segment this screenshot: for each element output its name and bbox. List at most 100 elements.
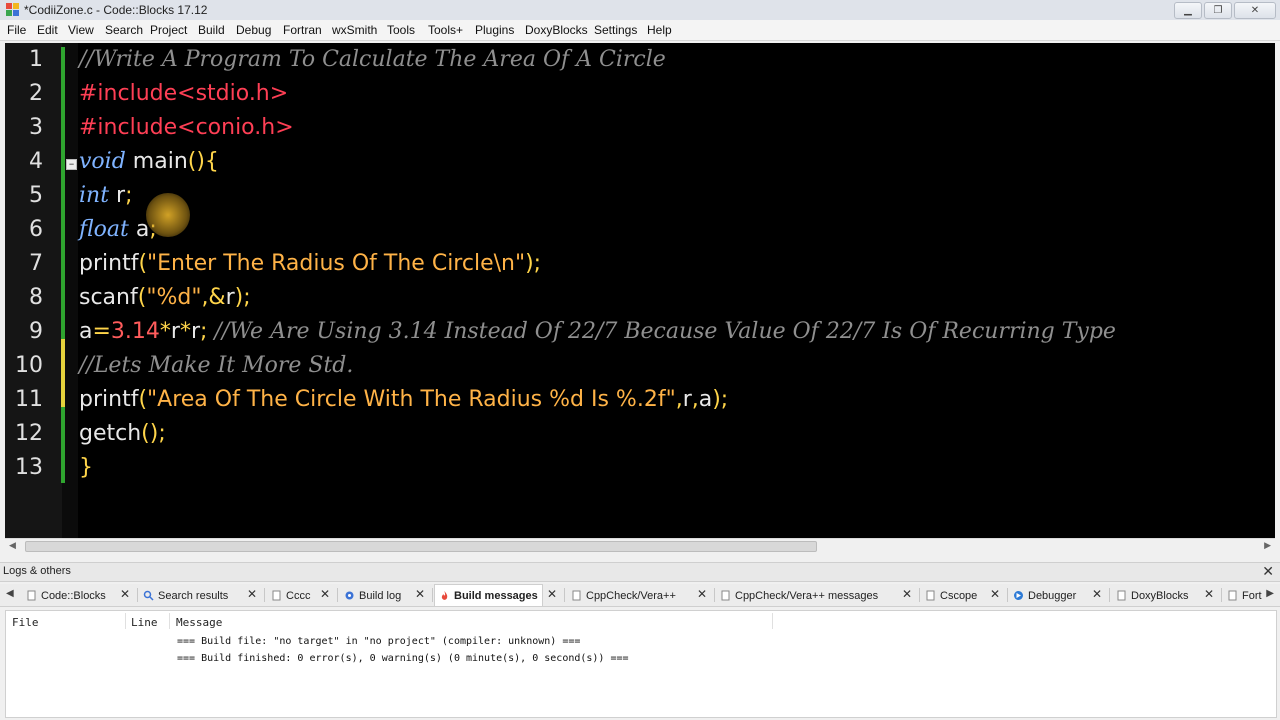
column-header-line[interactable]: Line <box>131 616 158 629</box>
code-token: #include<conio.h> <box>79 115 294 140</box>
window-title: *CodiiZone.c - Code::Blocks 17.12 <box>24 3 208 17</box>
code-editor[interactable]: − 1 2 3 4 5 6 7 8 9 10 11 12 13 //Write A Program To… <box>5 43 1275 538</box>
line-number[interactable]: 7 <box>5 251 43 276</box>
menu-help[interactable]: Help <box>647 23 672 37</box>
line-number[interactable]: 9 <box>5 319 43 344</box>
close-icon[interactable]: ✕ <box>1204 587 1214 601</box>
close-icon[interactable]: ✕ <box>1092 587 1102 601</box>
close-icon[interactable]: ✕ <box>247 587 257 601</box>
table-row[interactable]: === Build file: "no target" in "no proje… <box>177 636 580 647</box>
tab-cscope[interactable]: Cscope <box>925 586 977 605</box>
tab-search-results[interactable]: Search results <box>143 586 228 605</box>
line-number[interactable]: 5 <box>5 183 43 208</box>
tab-label: Search results <box>158 589 229 602</box>
minimize-button[interactable]: ▁ <box>1174 2 1202 19</box>
tab-build-log[interactable]: Build log <box>344 586 401 605</box>
tab-build-messages[interactable]: Build messages <box>434 584 543 606</box>
line-number[interactable]: 13 <box>5 455 43 480</box>
code-line[interactable]: #include<conio.h> <box>79 115 294 140</box>
code-line[interactable]: } <box>79 455 93 480</box>
column-separator[interactable] <box>169 613 170 629</box>
line-number[interactable]: 6 <box>5 217 43 242</box>
code-token: #include<stdio.h> <box>79 81 289 106</box>
line-number[interactable]: 4 <box>5 149 43 174</box>
line-number[interactable]: 10 <box>5 353 43 378</box>
menu-doxyblocks[interactable]: DoxyBlocks <box>525 23 588 37</box>
code-token: //Lets Make It More Std. <box>79 353 354 378</box>
close-button[interactable]: ✕ <box>1234 2 1276 19</box>
code-token: //We Are Using 3.14 Instead Of 22/7 Beca… <box>207 319 1116 344</box>
fold-toggle[interactable]: − <box>66 159 77 170</box>
code-token: r <box>682 387 692 412</box>
code-token: void <box>79 149 126 174</box>
menu-build[interactable]: Build <box>198 23 225 37</box>
menu-plugins[interactable]: Plugins <box>475 23 514 37</box>
close-icon[interactable]: ✕ <box>697 587 707 601</box>
code-line[interactable]: printf("Enter The Radius Of The Circle\n… <box>79 251 541 276</box>
close-icon[interactable]: ✕ <box>415 587 425 601</box>
horizontal-scrollbar[interactable]: ◀ ▶ <box>5 538 1275 553</box>
debugger-icon <box>1014 591 1023 600</box>
menu-search[interactable]: Search <box>105 23 143 37</box>
tab-separator <box>1109 588 1110 602</box>
menu-project[interactable]: Project <box>150 23 187 37</box>
code-token: ,& <box>201 285 226 310</box>
codeblocks-icon <box>6 3 19 16</box>
tab-scroll-left-icon[interactable]: ◀ <box>6 588 14 599</box>
tab-cccc[interactable]: Cccc <box>271 586 310 605</box>
menu-file[interactable]: File <box>7 23 26 37</box>
menu-fortran[interactable]: Fortran <box>283 23 322 37</box>
line-number[interactable]: 12 <box>5 421 43 446</box>
menu-view[interactable]: View <box>68 23 94 37</box>
close-icon[interactable]: ✕ <box>990 587 1000 601</box>
close-icon[interactable]: ✕ <box>320 587 330 601</box>
tab-cppcheck-vera-messages[interactable]: CppCheck/Vera++ messages <box>720 586 878 605</box>
menu-edit[interactable]: Edit <box>37 23 58 37</box>
tab-fortran[interactable]: Fort <box>1227 586 1262 605</box>
column-header-message[interactable]: Message <box>176 616 222 629</box>
tab-doxyblocks[interactable]: DoxyBlocks <box>1116 586 1188 605</box>
code-token: = <box>92 319 111 344</box>
line-number[interactable]: 2 <box>5 81 43 106</box>
menu-debug[interactable]: Debug <box>236 23 271 37</box>
line-number[interactable]: 3 <box>5 115 43 140</box>
menu-tools-plus[interactable]: Tools+ <box>428 23 463 37</box>
tab-cppcheck-vera[interactable]: CppCheck/Vera++ <box>571 586 676 605</box>
column-header-file[interactable]: File <box>12 616 39 629</box>
tab-separator <box>1007 588 1008 602</box>
code-token: //Write A Program To Calculate The Area … <box>79 47 666 72</box>
code-line[interactable]: #include<stdio.h> <box>79 81 288 106</box>
document-icon <box>272 590 281 601</box>
code-token: r <box>225 285 235 310</box>
scroll-right-icon[interactable]: ▶ <box>1264 540 1271 551</box>
scroll-left-icon[interactable]: ◀ <box>9 540 16 551</box>
column-separator[interactable] <box>772 613 773 629</box>
tab-scroll-right-icon[interactable]: ▶ <box>1266 588 1274 599</box>
code-token: float <box>79 217 129 242</box>
line-number[interactable]: 8 <box>5 285 43 310</box>
close-icon[interactable]: ✕ <box>120 587 130 601</box>
code-line[interactable]: //Lets Make It More Std. <box>79 353 353 378</box>
code-line[interactable]: int r; <box>79 183 133 208</box>
tab-debugger[interactable]: Debugger <box>1013 586 1076 605</box>
table-row[interactable]: === Build finished: 0 error(s), 0 warnin… <box>177 653 629 664</box>
code-line[interactable]: void main(){ <box>79 149 219 174</box>
code-line[interactable]: getch(); <box>79 421 166 446</box>
close-icon[interactable]: ✕ <box>1262 563 1274 580</box>
maximize-button[interactable]: ❐ <box>1204 2 1232 19</box>
code-line[interactable]: //Write A Program To Calculate The Area … <box>79 47 666 72</box>
line-number[interactable]: 11 <box>5 387 43 412</box>
menu-wxsmith[interactable]: wxSmith <box>332 23 377 37</box>
close-icon[interactable]: ✕ <box>547 587 557 601</box>
menu-settings[interactable]: Settings <box>594 23 637 37</box>
column-separator[interactable] <box>125 613 126 629</box>
code-line[interactable]: scanf("%d",&r); <box>79 285 251 310</box>
code-line[interactable]: a=3.14*r*r; //We Are Using 3.14 Instead … <box>79 319 1116 344</box>
scrollbar-thumb[interactable] <box>25 541 817 552</box>
line-number[interactable]: 1 <box>5 47 43 72</box>
close-icon[interactable]: ✕ <box>902 587 912 601</box>
menu-tools[interactable]: Tools <box>387 23 415 37</box>
code-line[interactable]: float a; <box>79 217 157 242</box>
code-line[interactable]: printf("Area Of The Circle With The Radi… <box>79 387 728 412</box>
tab-codeblocks[interactable]: Code::Blocks <box>26 586 106 605</box>
